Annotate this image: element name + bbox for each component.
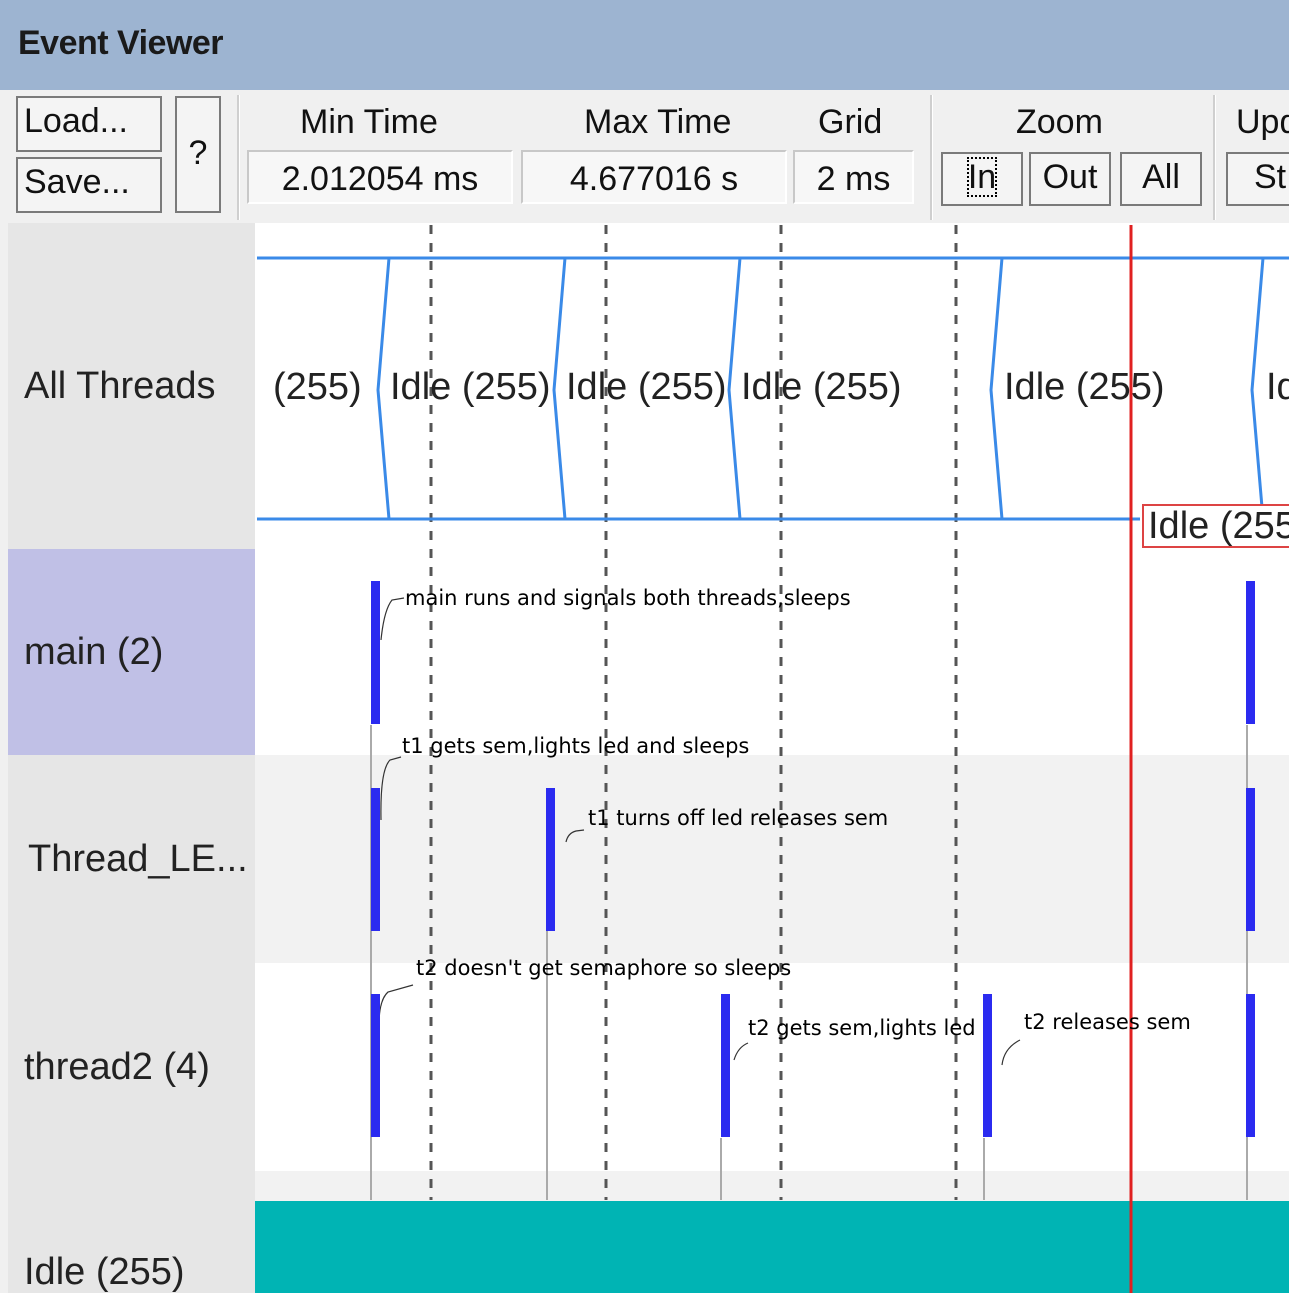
segment-divider xyxy=(989,257,1004,520)
annotation-t1-off: t1 turns off led releases sem xyxy=(588,806,889,830)
segment-divider xyxy=(727,257,742,520)
segment-divider xyxy=(1250,257,1265,520)
main-run-bar[interactable] xyxy=(1246,581,1255,724)
annotation-pointer xyxy=(1001,1039,1021,1066)
segment-label: Id xyxy=(1266,366,1289,408)
annotation-main: main runs and signals both threads,sleep… xyxy=(405,586,851,610)
annotation-pointer xyxy=(378,984,414,1026)
annotation-t2-gets: t2 gets sem,lights led xyxy=(748,1016,976,1040)
thread2-run-bar[interactable] xyxy=(721,994,730,1137)
thread-led-run-bar[interactable] xyxy=(1246,788,1255,931)
main-run-bar[interactable] xyxy=(371,581,380,724)
annotation-pointer xyxy=(733,1042,749,1061)
annotation-pointer xyxy=(380,597,405,641)
annotation-pointer xyxy=(380,756,402,821)
thread-led-run-bar[interactable] xyxy=(371,788,380,931)
segment-label: Idle (255) xyxy=(1004,366,1165,408)
segment-label: (255) xyxy=(273,366,362,408)
segment-divider xyxy=(376,257,391,520)
segment-label: Idle (255) xyxy=(566,366,727,408)
annotation-t2-releases: t2 releases sem xyxy=(1024,1010,1191,1034)
thread2-run-bar[interactable] xyxy=(983,994,992,1137)
annotation-t1-gets: t1 gets sem,lights led and sleeps xyxy=(402,734,750,758)
thread-led-run-bar[interactable] xyxy=(546,788,555,931)
segment-divider xyxy=(552,257,567,520)
segment-label: Idle (255) xyxy=(741,366,902,408)
segment-label: Idle (255) xyxy=(390,366,551,408)
thread2-run-bar[interactable] xyxy=(1246,994,1255,1137)
timeline-lines xyxy=(257,225,1289,1293)
cursor-tooltip: Idle (255 xyxy=(1142,504,1289,548)
thread2-run-bar[interactable] xyxy=(371,994,380,1137)
annotation-pointer xyxy=(565,829,585,843)
annotation-t2-sleeps: t2 doesn't get semaphore so sleeps xyxy=(416,956,792,980)
